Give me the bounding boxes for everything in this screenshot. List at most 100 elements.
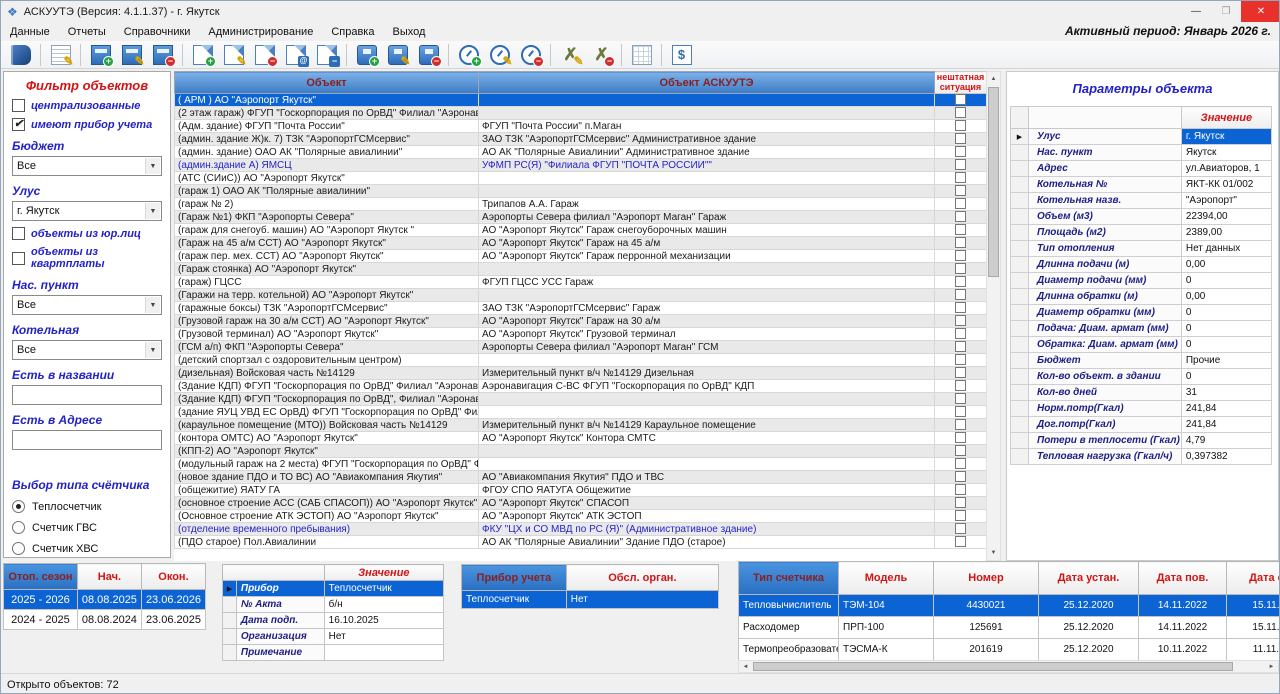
emergency-checkbox[interactable] bbox=[955, 445, 966, 456]
toolbar-separator[interactable] bbox=[40, 44, 41, 66]
emergency-checkbox[interactable] bbox=[955, 406, 966, 417]
object-row[interactable]: (контора ОМТС) АО "Аэропорт Якутск" АО "… bbox=[175, 432, 987, 445]
object-row[interactable]: (2 этаж гараж) ФГУП "Госкорпорация по Ор… bbox=[175, 107, 987, 120]
emergency-checkbox[interactable] bbox=[955, 510, 966, 521]
object-name-cell[interactable]: (Адм. здание) ФГУП "Почта России" bbox=[175, 120, 479, 133]
object-row[interactable]: (Гараж №1) ФКП "Аэропорты Севера" Аэропо… bbox=[175, 211, 987, 224]
askue-object-cell[interactable] bbox=[479, 406, 935, 419]
emergency-checkbox[interactable] bbox=[955, 211, 966, 222]
object-name-cell[interactable]: (гараж для снегоуб. машин) АО "Аэропорт … bbox=[175, 224, 479, 237]
param-value[interactable]: Нет данных bbox=[1181, 241, 1271, 257]
param-value[interactable]: ул.Авиаторов, 1 bbox=[1181, 161, 1271, 177]
object-name-cell[interactable]: (2 этаж гараж) ФГУП "Госкорпорация по Ор… bbox=[175, 107, 479, 120]
object-row[interactable]: (новое здание ПДО и ТО ВС) АО "Авиакомпа… bbox=[175, 471, 987, 484]
param-row[interactable]: Тепловая нагрузка (Гкал/ч) 0,397382 bbox=[1011, 449, 1272, 465]
askue-object-cell[interactable]: АО "Аэропорт Якутск" Грузовой терминал bbox=[479, 328, 935, 341]
chevron-down-icon[interactable]: ▼ bbox=[145, 297, 160, 313]
service-org-cell[interactable]: Нет bbox=[566, 591, 718, 609]
menu-directories[interactable]: Справочники bbox=[115, 23, 200, 41]
meter-install-date-cell[interactable]: 25.12.2020 bbox=[1039, 617, 1139, 639]
chevron-down-icon[interactable]: ▼ bbox=[145, 203, 160, 219]
meter-row[interactable]: Термопреобразователь ТЭСМА-К 201619 25.1… bbox=[739, 639, 1280, 661]
object-name-cell[interactable]: (Грузовой гараж на 30 а/м ССТ) АО "Аэроп… bbox=[175, 315, 479, 328]
param-value[interactable]: Прочие bbox=[1181, 353, 1271, 369]
param-value[interactable]: 0,00 bbox=[1181, 289, 1271, 305]
object-row[interactable]: (Гараж стоянка) АО "Аэропорт Якутск" bbox=[175, 263, 987, 276]
object-name-cell[interactable]: (Гаражи на терр. котельной) АО "Аэропорт… bbox=[175, 289, 479, 302]
param-row[interactable]: Нас. пункт Якутск bbox=[1011, 145, 1272, 161]
delete-device-icon[interactable] bbox=[413, 42, 444, 68]
askue-object-cell[interactable] bbox=[479, 445, 935, 458]
meter-type-radio-row[interactable]: Теплосчетчик bbox=[12, 500, 162, 513]
param-value[interactable]: 0 bbox=[1181, 273, 1271, 289]
add-meter-icon[interactable] bbox=[453, 42, 484, 68]
toolbar-separator[interactable] bbox=[80, 44, 81, 66]
object-row[interactable]: (гараж № 2) Трипапов А.А. Гараж bbox=[175, 198, 987, 211]
param-row[interactable]: Бюджет Прочие bbox=[1011, 353, 1272, 369]
param-value[interactable]: 0 bbox=[1181, 305, 1271, 321]
device-prop-value[interactable]: 16.10.2025 bbox=[324, 613, 443, 629]
emergency-checkbox[interactable] bbox=[955, 146, 966, 157]
askue-object-cell[interactable]: АО "Аэропорт Якутск" Гараж на 45 а/м bbox=[479, 237, 935, 250]
meter-install-date-cell[interactable]: 25.12.2020 bbox=[1039, 639, 1139, 661]
toolbar-separator[interactable] bbox=[448, 44, 449, 66]
emergency-checkbox[interactable] bbox=[955, 276, 966, 287]
param-value[interactable]: 0,397382 bbox=[1181, 449, 1271, 465]
object-name-cell[interactable]: (гараж пер. мех. ССТ) АО "Аэропорт Якутс… bbox=[175, 250, 479, 263]
edit-meter-icon[interactable] bbox=[484, 42, 515, 68]
meter-number-cell[interactable]: 125691 bbox=[934, 617, 1039, 639]
device-prop-value[interactable]: б/н bbox=[324, 597, 443, 613]
column-header-emergency[interactable]: нештатная ситуация bbox=[935, 72, 987, 94]
object-row[interactable]: (модульный гараж на 2 места) ФГУП "Госко… bbox=[175, 458, 987, 471]
emergency-checkbox[interactable] bbox=[955, 250, 966, 261]
device-cell[interactable]: Теплосчетчик bbox=[462, 591, 567, 609]
object-row[interactable]: (админ. здание) ОАО АК "Полярные авиалин… bbox=[175, 146, 987, 159]
param-value[interactable]: ЯКТ-КК 01/002 bbox=[1181, 177, 1271, 193]
menu-help[interactable]: Справка bbox=[322, 23, 383, 41]
meter-next-date-cell[interactable]: 15.11.20 bbox=[1227, 617, 1280, 639]
emergency-checkbox[interactable] bbox=[955, 419, 966, 430]
object-name-cell[interactable]: (караульное помещение (МТО)) Войсковая ч… bbox=[175, 419, 479, 432]
object-row[interactable]: (гараж пер. мех. ССТ) АО "Аэропорт Якутс… bbox=[175, 250, 987, 263]
column-header-device[interactable]: Прибор учета bbox=[462, 565, 567, 591]
emergency-checkbox[interactable] bbox=[955, 198, 966, 209]
menu-data[interactable]: Данные bbox=[1, 23, 59, 41]
param-row[interactable]: Кол-во объект. в здании 0 bbox=[1011, 369, 1272, 385]
scrollbar-thumb[interactable] bbox=[988, 87, 999, 277]
emergency-checkbox[interactable] bbox=[955, 458, 966, 469]
emergency-checkbox[interactable] bbox=[955, 224, 966, 235]
meter-number-cell[interactable]: 4430021 bbox=[934, 595, 1039, 617]
column-header-service-org[interactable]: Обсл. орган. bbox=[566, 565, 718, 591]
device-prop-row[interactable]: № Акта б/н bbox=[223, 597, 444, 613]
season-start-cell[interactable]: 08.08.2025 bbox=[77, 590, 141, 610]
param-row[interactable]: Тип отопления Нет данных bbox=[1011, 241, 1272, 257]
delete-meter-icon[interactable] bbox=[515, 42, 546, 68]
param-row[interactable]: Норм.потр(Гкал) 241,84 bbox=[1011, 401, 1272, 417]
param-value[interactable]: 241,84 bbox=[1181, 401, 1271, 417]
delete-readings-icon[interactable] bbox=[586, 42, 617, 68]
askue-object-cell[interactable] bbox=[479, 263, 935, 276]
object-name-cell[interactable]: (админ. здание Ж)к. 7) ТЗК "АэропортГСМс… bbox=[175, 133, 479, 146]
column-header-number[interactable]: Номер bbox=[934, 562, 1039, 595]
meter-verify-date-cell[interactable]: 10.11.2022 bbox=[1139, 639, 1227, 661]
checkbox-icon[interactable] bbox=[12, 118, 25, 131]
askue-object-cell[interactable] bbox=[479, 172, 935, 185]
season-row[interactable]: 2024 - 2025 08.08.2024 23.06.2025 bbox=[4, 610, 206, 630]
param-row[interactable]: Подача: Диам. армат (мм) 0 bbox=[1011, 321, 1272, 337]
season-row[interactable]: 2025 - 2026 08.08.2025 23.06.2026 bbox=[4, 590, 206, 610]
askue-object-cell[interactable]: Аэропорты Севера филиал "Аэропорт Маган"… bbox=[479, 341, 935, 354]
param-value[interactable]: 0 bbox=[1181, 369, 1271, 385]
param-row[interactable]: Объем (м3) 22394,00 bbox=[1011, 209, 1272, 225]
minimize-button[interactable]: — bbox=[1181, 1, 1211, 22]
emergency-checkbox[interactable] bbox=[955, 120, 966, 131]
object-row[interactable]: (детский спортзал с оздоровительным цент… bbox=[175, 354, 987, 367]
meter-next-date-cell[interactable]: 15.11.20 bbox=[1227, 595, 1280, 617]
season-end-cell[interactable]: 23.06.2025 bbox=[141, 610, 205, 630]
param-row[interactable]: Площадь (м2) 2389,00 bbox=[1011, 225, 1272, 241]
season-cell[interactable]: 2025 - 2026 bbox=[4, 590, 78, 610]
column-header-season-start[interactable]: Нач. bbox=[77, 564, 141, 590]
object-name-cell[interactable]: (гараж) ГЦСС bbox=[175, 276, 479, 289]
object-row[interactable]: (отделение временного пребывания) ФКУ "Ц… bbox=[175, 523, 987, 536]
emergency-checkbox[interactable] bbox=[955, 185, 966, 196]
object-name-cell[interactable]: (админ.здание А) ЯМСЦ bbox=[175, 159, 479, 172]
